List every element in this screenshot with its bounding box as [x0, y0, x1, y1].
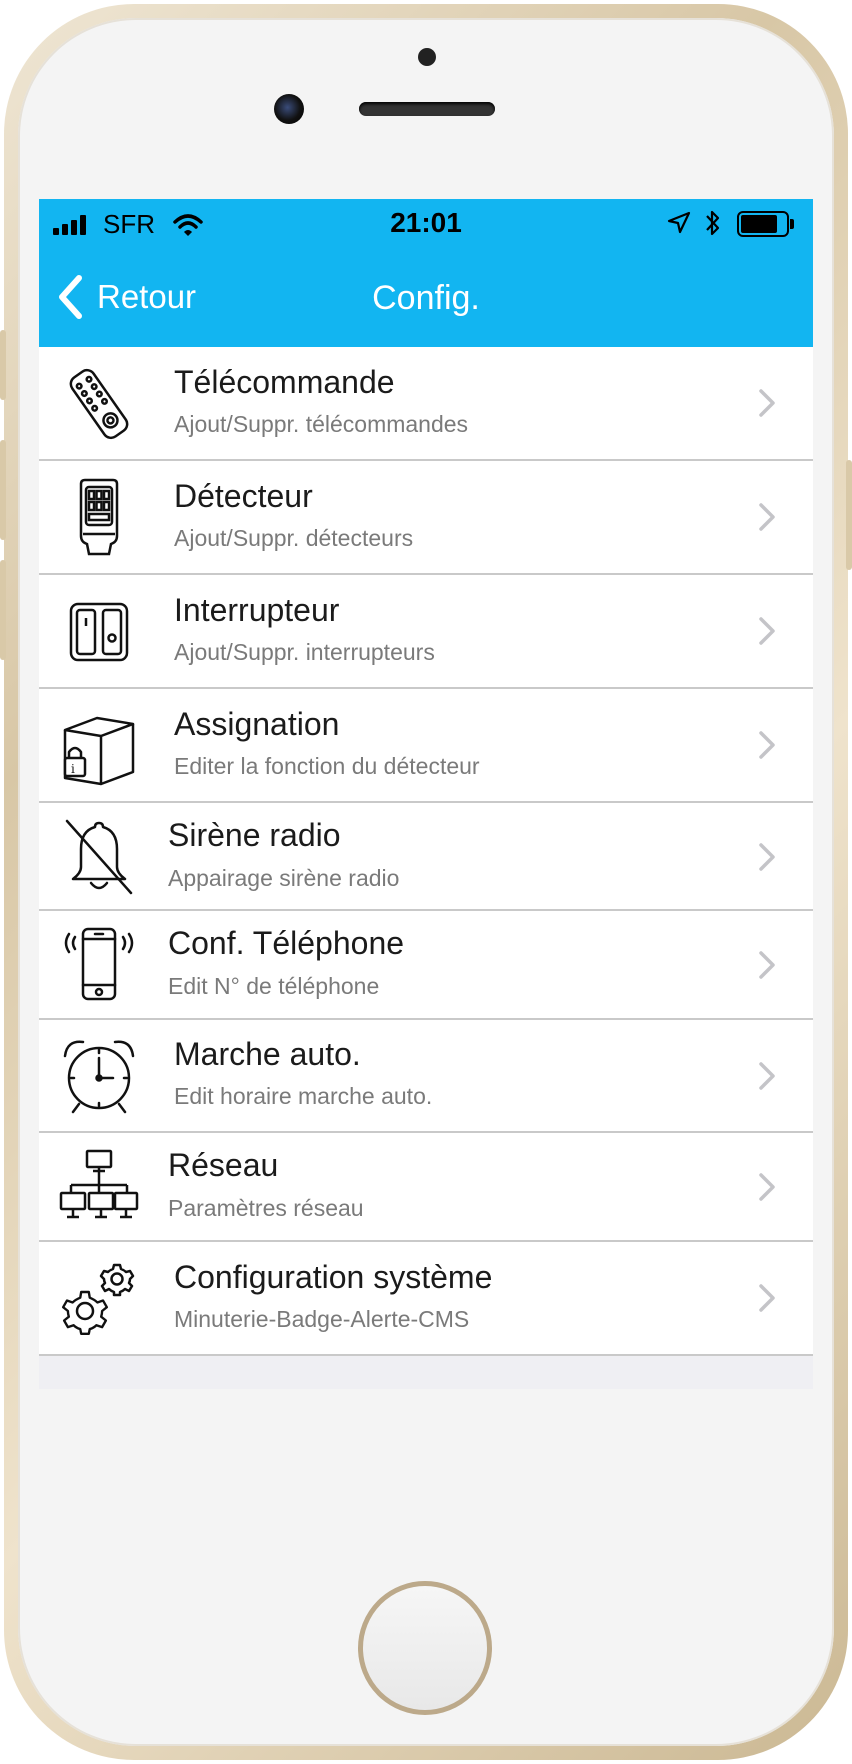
- status-time: 21:01: [390, 207, 462, 238]
- menu-item-title: Réseau: [168, 1147, 279, 1183]
- settings-list: Télécommande Ajout/Suppr. télécommandes …: [39, 347, 813, 1356]
- menu-item-telecommande[interactable]: Télécommande Ajout/Suppr. télécommandes: [39, 347, 813, 461]
- menu-item-conf-telephone[interactable]: Conf. Téléphone Edit N° de téléphone: [39, 911, 813, 1020]
- chevron-right-icon: [759, 1062, 775, 1090]
- menu-item-title: Interrupteur: [174, 592, 340, 628]
- menu-item-title: Détecteur: [174, 478, 313, 514]
- power-button: [846, 460, 852, 570]
- menu-item-title: Marche auto.: [174, 1036, 361, 1072]
- side-button: [0, 330, 6, 400]
- volume-up-button: [0, 440, 6, 540]
- chevron-right-icon: [759, 843, 775, 871]
- gears-icon: [61, 1263, 135, 1335]
- home-button[interactable]: [358, 1581, 492, 1715]
- menu-item-detecteur[interactable]: Détecteur Ajout/Suppr. détecteurs: [39, 461, 813, 575]
- menu-item-subtitle: Paramètres réseau: [168, 1195, 364, 1221]
- chevron-right-icon: [759, 1284, 775, 1312]
- assignment-icon: i: [63, 716, 135, 786]
- chevron-right-icon: [759, 731, 775, 759]
- status-bar: SFR 21:01: [39, 199, 813, 249]
- menu-item-title: Conf. Téléphone: [168, 925, 405, 961]
- battery-icon: [737, 211, 797, 237]
- location-arrow-icon: [667, 211, 691, 234]
- front-camera-icon: [274, 94, 304, 124]
- menu-item-subtitle: Ajout/Suppr. télécommandes: [174, 411, 469, 437]
- chevron-right-icon: [759, 389, 775, 417]
- bluetooth-icon: [706, 210, 720, 236]
- svg-text:i: i: [71, 762, 75, 776]
- menu-item-subtitle: Appairage sirène radio: [168, 865, 400, 891]
- chevron-right-icon: [759, 951, 775, 979]
- menu-item-subtitle: Ajout/Suppr. interrupteurs: [174, 639, 435, 665]
- screen: SFR 21:01 Retour Config. Télécommande Aj…: [39, 199, 813, 1389]
- menu-item-marche-auto[interactable]: Marche auto. Edit horaire marche auto.: [39, 1020, 813, 1133]
- menu-item-subtitle: Minuterie-Badge-Alerte-CMS: [174, 1306, 470, 1332]
- menu-item-assignation[interactable]: i Assignation Editer la fonction du déte…: [39, 689, 813, 803]
- detector-icon: [79, 478, 119, 556]
- menu-item-subtitle: Edit horaire marche auto.: [174, 1083, 433, 1109]
- menu-item-sirene-radio[interactable]: Sirène radio Appairage sirène radio: [39, 803, 813, 911]
- page-title: Config.: [372, 279, 480, 317]
- menu-item-configuration-systeme[interactable]: Configuration système Minuterie-Badge-Al…: [39, 1242, 813, 1356]
- nav-bar: Retour Config.: [39, 249, 813, 347]
- chevron-right-icon: [759, 617, 775, 645]
- menu-item-reseau[interactable]: Réseau Paramètres réseau: [39, 1133, 813, 1242]
- proximity-sensor: [418, 48, 436, 66]
- chevron-right-icon: [759, 503, 775, 531]
- menu-item-interrupteur[interactable]: Interrupteur Ajout/Suppr. interrupteurs: [39, 575, 813, 689]
- switch-icon: [69, 602, 129, 662]
- volume-down-button: [0, 560, 6, 660]
- menu-item-subtitle: Ajout/Suppr. détecteurs: [174, 525, 414, 551]
- menu-item-title: Sirène radio: [168, 817, 341, 853]
- network-icon: [59, 1149, 139, 1219]
- earpiece-speaker: [359, 102, 495, 116]
- phone-ringing-icon: [64, 927, 134, 1001]
- remote-control-icon: [69, 368, 129, 440]
- menu-item-title: Assignation: [174, 706, 340, 742]
- menu-item-title: Télécommande: [174, 364, 395, 400]
- menu-item-subtitle: Editer la fonction du détecteur: [174, 753, 480, 779]
- menu-item-title: Configuration système: [174, 1259, 493, 1295]
- header: SFR 21:01 Retour Config.: [39, 199, 813, 347]
- chevron-right-icon: [759, 1173, 775, 1201]
- menu-item-subtitle: Edit N° de téléphone: [168, 973, 380, 999]
- bell-off-icon: [65, 819, 133, 895]
- alarm-clock-icon: [63, 1040, 135, 1114]
